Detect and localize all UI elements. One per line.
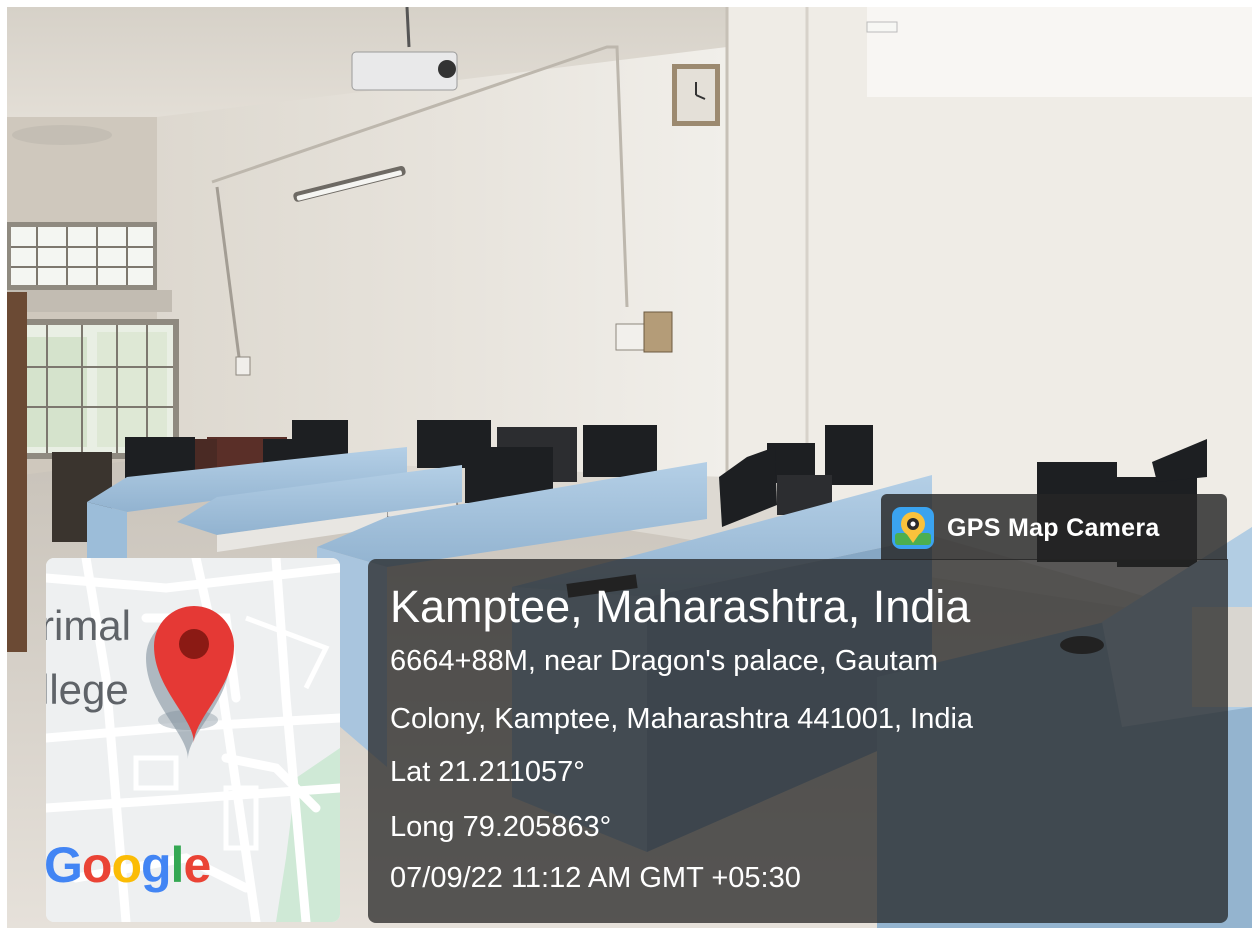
map-place-label: rimal	[46, 602, 131, 649]
google-logo-letter: g	[141, 837, 172, 893]
google-logo-letter: G	[46, 837, 83, 893]
address-line: Colony, Kamptee, Maharashtra 441001, Ind…	[390, 703, 974, 735]
latitude-readout: Lat 21.211057°	[390, 756, 585, 788]
window-upper	[7, 222, 157, 290]
back-wall	[157, 47, 727, 477]
map-thumbnail[interactable]: rimal llege Google	[46, 558, 340, 922]
google-logo-letter: e	[183, 837, 211, 893]
map-place-label: llege	[46, 666, 129, 713]
address-line: 6664+88M, near Dragon's palace, Gautam	[390, 645, 939, 677]
place-title: Kamptee, Maharashtra, India	[390, 581, 971, 632]
google-logo-letter: o	[111, 837, 142, 893]
gps-map-camera-icon	[892, 507, 934, 549]
photo-frame: rimal llege Google GPS Map Camera Kampte…	[7, 7, 1252, 928]
google-logo-letter: o	[81, 837, 113, 893]
app-name: GPS Map Camera	[947, 514, 1160, 542]
google-logo-letter: l	[170, 837, 185, 893]
location-info-panel: Kamptee, Maharashtra, India 6664+88M, ne…	[368, 559, 1228, 923]
timestamp: 07/09/22 11:12 AM GMT +05:30	[390, 862, 801, 894]
wall-clock	[672, 64, 720, 126]
google-logo: Google	[46, 836, 211, 894]
longitude-readout: Long 79.205863°	[390, 811, 612, 843]
gps-app-badge: GPS Map Camera	[881, 494, 1227, 560]
